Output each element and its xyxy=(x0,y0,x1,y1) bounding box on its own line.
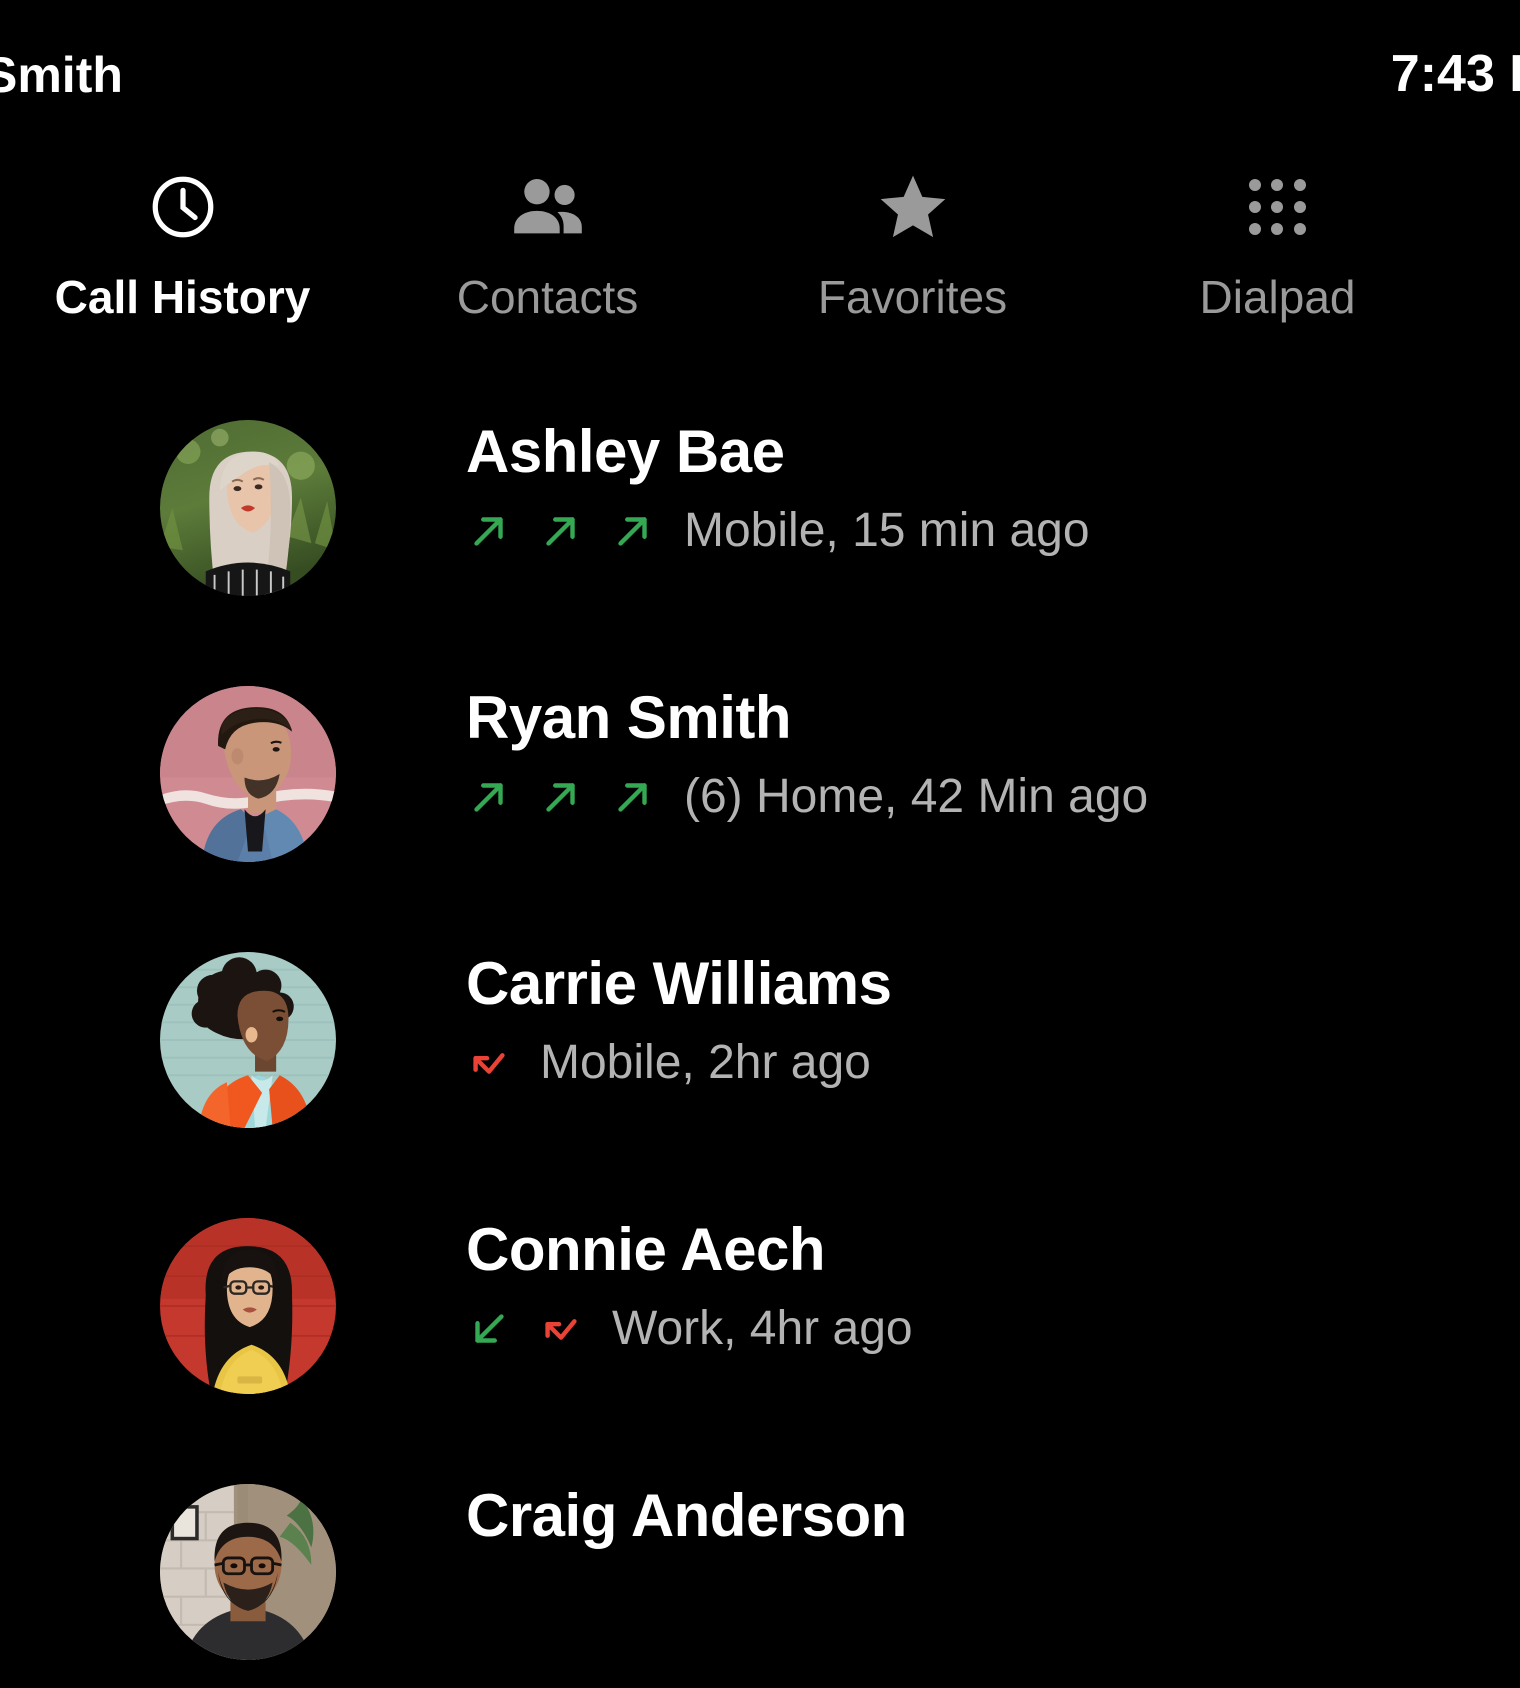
outgoing-call-icon xyxy=(618,516,647,546)
contact-name: Ashley Bae xyxy=(466,418,785,485)
status-bar-title: Smith xyxy=(0,47,123,103)
outgoing-call-icon xyxy=(618,782,647,812)
avatar xyxy=(160,686,336,862)
incoming-call-icon xyxy=(475,1313,504,1343)
call-meta-text: Mobile, 2hr ago xyxy=(540,1036,871,1089)
outgoing-call-icon xyxy=(546,782,575,812)
tab-label-dialpad: Dialpad xyxy=(1199,271,1356,323)
call-list-item[interactable]: Ryan Smith (6) Home, 42 Min ago xyxy=(0,666,1520,932)
call-meta-row: Work, 4hr ago xyxy=(466,1301,913,1356)
contact-name: Carrie Williams xyxy=(466,950,892,1017)
call-direction-icons xyxy=(466,1306,610,1352)
call-direction-icons xyxy=(466,508,682,554)
dialpad-icon xyxy=(1248,168,1307,246)
call-meta-row: Mobile, 15 min ago xyxy=(466,503,1090,558)
tab-call-history[interactable]: Call History xyxy=(0,168,365,320)
star-icon xyxy=(875,168,951,246)
outgoing-call-icon xyxy=(546,516,575,546)
tab-label-call-history: Call History xyxy=(54,271,311,323)
outgoing-call-icon xyxy=(474,782,503,812)
call-meta-text: Mobile, 15 min ago xyxy=(684,504,1090,557)
tab-label-contacts: Contacts xyxy=(456,271,639,323)
call-info: Ashley Bae Mobile, 15 min ago xyxy=(466,400,1090,558)
avatar xyxy=(160,1484,336,1660)
call-list-item[interactable]: Connie Aech Work, 4hr ago xyxy=(0,1198,1520,1464)
tab-favorites[interactable]: Favorites xyxy=(730,168,1095,320)
call-info: Carrie Williams Mobile, 2hr ago xyxy=(466,932,892,1090)
call-info: Craig Anderson xyxy=(466,1464,907,1547)
outgoing-call-icon xyxy=(474,516,503,546)
call-list-item[interactable]: Ashley Bae Mobile, 15 min ago xyxy=(0,400,1520,666)
avatar xyxy=(160,1218,336,1394)
tab-dialpad[interactable]: Dialpad xyxy=(1095,168,1460,320)
call-meta-row: Mobile, 2hr ago xyxy=(466,1035,891,1090)
missed-call-icon xyxy=(545,1318,577,1340)
tab-contacts[interactable]: Contacts xyxy=(365,168,730,320)
call-info: Ryan Smith (6) Home, 42 Min ago xyxy=(466,666,1148,824)
call-list-item[interactable]: Craig Anderson xyxy=(0,1464,1520,1688)
call-info: Connie Aech Work, 4hr ago xyxy=(466,1198,913,1356)
contact-name: Ryan Smith xyxy=(466,684,792,751)
call-list-item[interactable]: Carrie Williams Mobile, 2hr ago xyxy=(0,932,1520,1198)
contact-name: Craig Anderson xyxy=(466,1482,907,1549)
avatar xyxy=(160,952,336,1128)
missed-call-icon xyxy=(473,1052,505,1074)
call-direction-icons xyxy=(466,1040,538,1086)
tab-label-favorites: Favorites xyxy=(817,271,1008,323)
phone-call-history-screen: Smith 7:43 P Call History C xyxy=(0,0,1520,1688)
clock-icon xyxy=(146,168,220,246)
tab-bar: Call History Contacts Favorites Dialpad xyxy=(0,168,1520,368)
call-meta-row: (6) Home, 42 Min ago xyxy=(466,769,1148,824)
call-history-list: Ashley Bae Mobile, 15 min ago Ryan Smith… xyxy=(0,400,1520,1688)
people-icon xyxy=(509,168,587,246)
contact-name: Connie Aech xyxy=(466,1216,825,1283)
call-direction-icons xyxy=(466,774,682,820)
status-bar-clock: 7:43 P xyxy=(1390,45,1520,103)
avatar xyxy=(160,420,336,596)
call-meta-text: Work, 4hr ago xyxy=(612,1302,913,1355)
call-meta-text: (6) Home, 42 Min ago xyxy=(684,770,1149,823)
status-bar: Smith 7:43 P xyxy=(0,0,1520,150)
